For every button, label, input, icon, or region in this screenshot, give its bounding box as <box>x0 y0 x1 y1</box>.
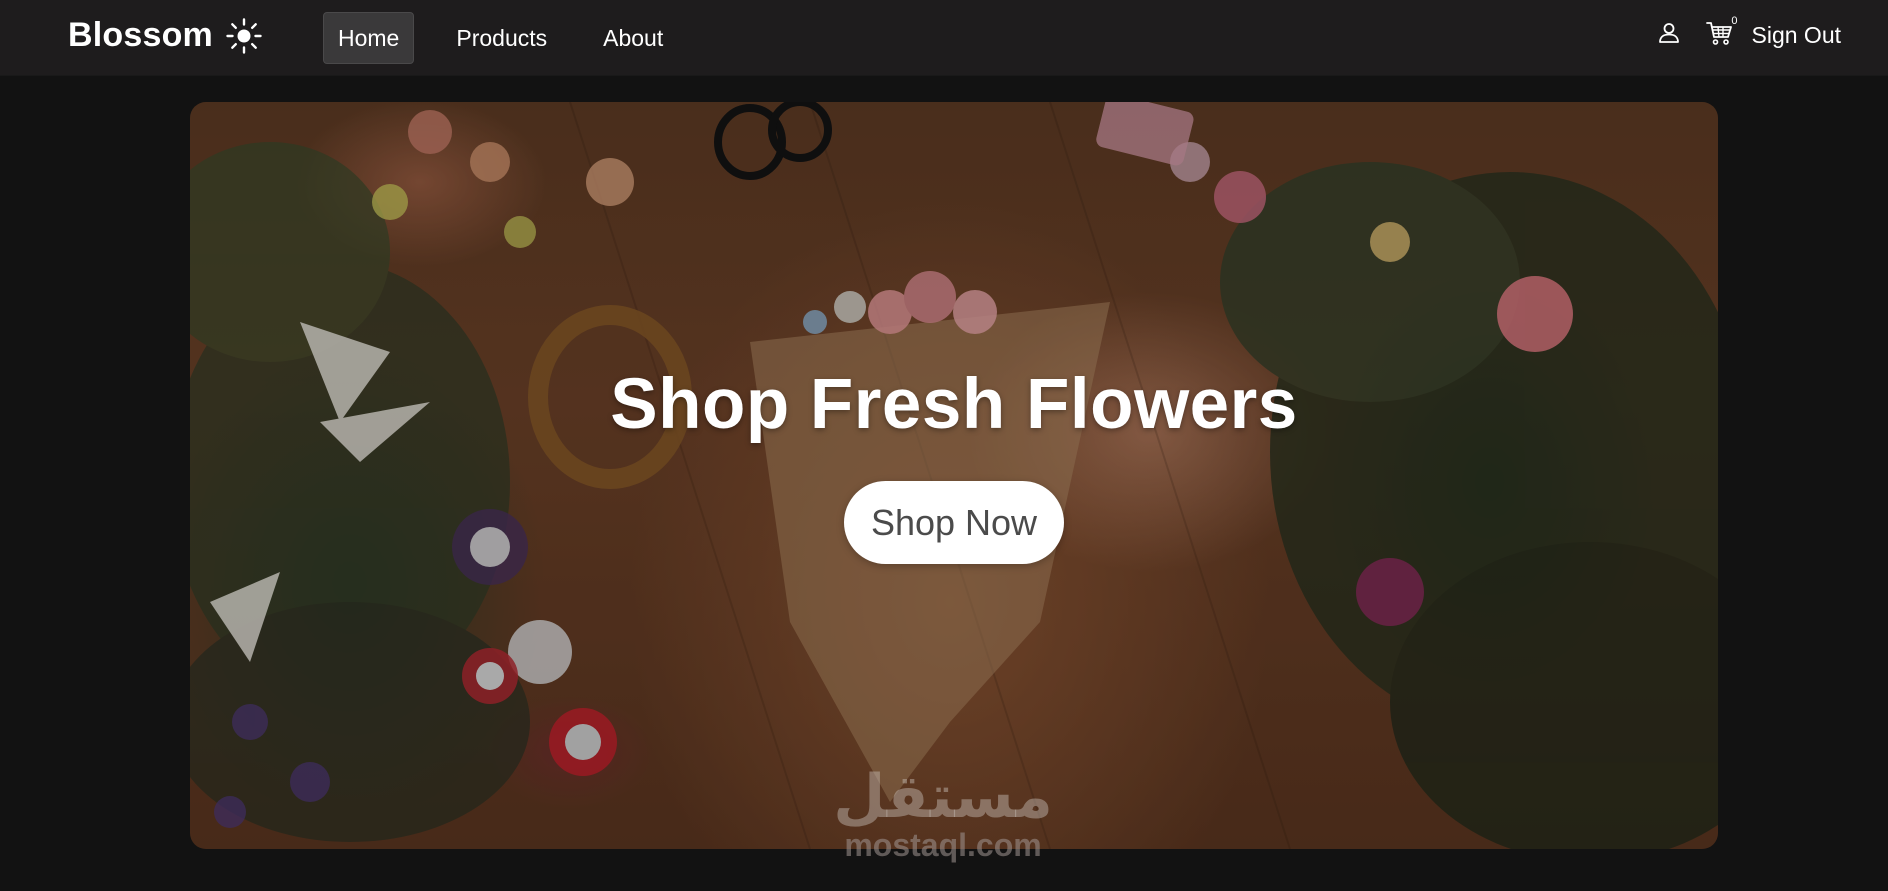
watermark: مستقل mostaql.com <box>828 766 1058 876</box>
nav-actions: 0 Sign Out <box>1654 16 1842 52</box>
main-nav: Home Products About <box>323 12 705 64</box>
signout-link[interactable]: Sign Out <box>1752 22 1842 49</box>
cart-button[interactable]: 0 <box>1704 16 1738 52</box>
nav-home-link[interactable]: Home <box>323 12 415 64</box>
nav-about-link[interactable]: About <box>589 13 677 63</box>
user-icon <box>1657 21 1681 50</box>
watermark-latin: mostaql.com <box>844 827 1042 863</box>
hero-content: Shop Fresh Flowers Shop Now <box>190 102 1718 849</box>
cart-count-badge: 0 <box>1731 15 1738 27</box>
account-button[interactable] <box>1654 20 1684 50</box>
watermark-arabic: مستقل <box>833 762 1053 832</box>
brand-logo[interactable]: Blossom <box>68 16 263 55</box>
nav-products-link[interactable]: Products <box>442 13 561 63</box>
sun-icon <box>225 17 263 55</box>
brand-name[interactable]: Blossom <box>68 16 213 55</box>
hero-banner: Shop Fresh Flowers Shop Now <box>190 102 1718 849</box>
hero-title: Shop Fresh Flowers <box>610 365 1298 444</box>
top-navbar: Blossom Home Products About 0 Sign Out <box>0 0 1888 75</box>
cart-icon <box>1705 19 1733 52</box>
shop-now-button[interactable]: Shop Now <box>844 481 1064 564</box>
